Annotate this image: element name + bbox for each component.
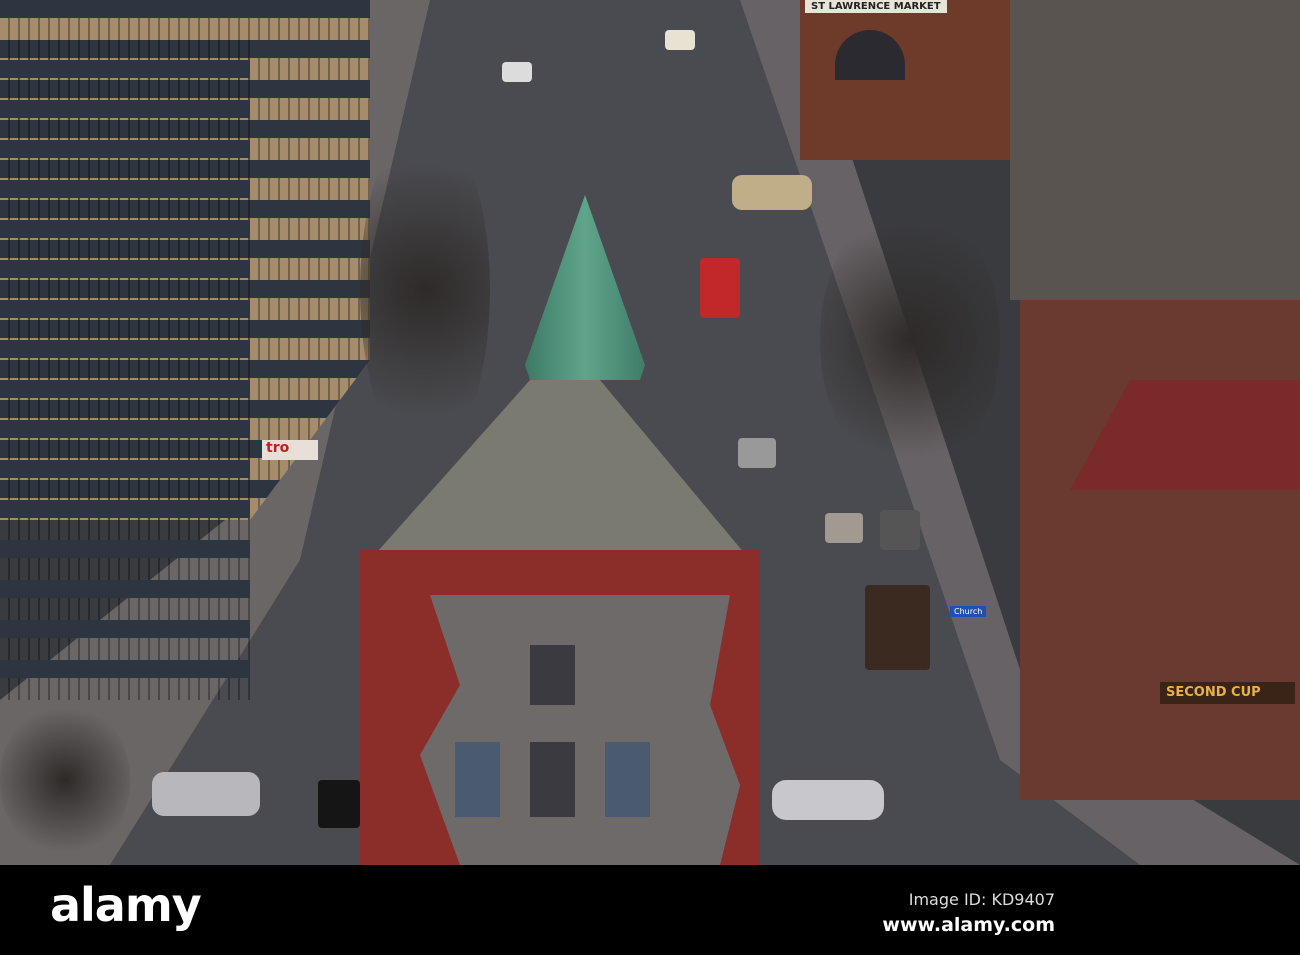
mural-facade — [420, 595, 740, 865]
car — [732, 175, 812, 210]
delivery-truck — [865, 585, 930, 670]
window — [455, 742, 500, 817]
car — [318, 780, 360, 828]
street-sign: Church — [950, 606, 987, 617]
left-building — [0, 40, 250, 700]
alamy-logo: alamy — [50, 878, 202, 932]
tree — [360, 120, 490, 460]
site-url: www.alamy.com — [882, 914, 1055, 936]
car — [825, 513, 863, 543]
right-building — [1020, 300, 1300, 800]
window — [530, 742, 575, 817]
market-sign: ST LAWRENCE MARKET — [805, 0, 947, 13]
market-building — [800, 0, 1010, 160]
car — [880, 510, 920, 550]
car — [665, 30, 695, 50]
right-building-roofs — [1010, 0, 1300, 300]
cafe-sign: SECOND CUP — [1160, 682, 1295, 704]
tree — [820, 200, 1000, 480]
window — [530, 645, 575, 705]
window — [605, 742, 650, 817]
store-sign: tro — [262, 440, 318, 460]
car — [772, 780, 884, 820]
street-photo: tro SECOND CUP ST LAWRENCE MARKET Church — [0, 0, 1300, 865]
car — [502, 62, 532, 82]
truck — [700, 258, 740, 318]
image-id: Image ID: KD9407 — [908, 890, 1055, 909]
car — [738, 438, 776, 468]
car — [152, 772, 260, 816]
tree — [0, 700, 130, 860]
